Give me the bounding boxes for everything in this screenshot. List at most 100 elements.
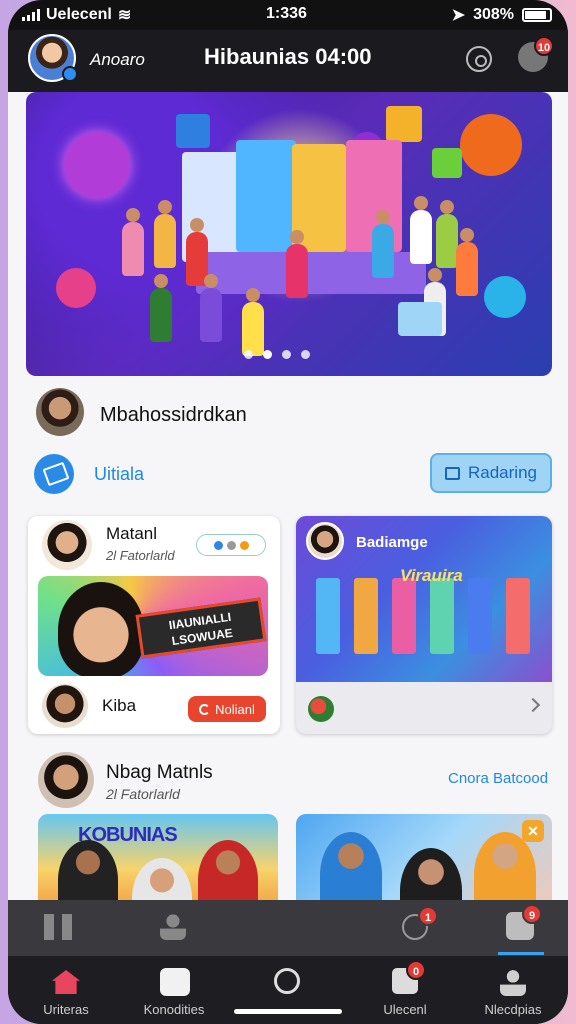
chat-badge: 1 [418,906,438,926]
radaring-button[interactable]: Radaring [430,453,552,493]
carousel-dots[interactable] [244,350,310,359]
profile-icon[interactable] [500,968,526,996]
section-avatar[interactable] [38,752,94,808]
close-icon[interactable]: ✕ [522,820,544,842]
nav-label-profile[interactable]: Nlecdpias [458,1002,568,1017]
wifi-icon: ≋ [117,7,132,24]
location-icon: ➤ [451,7,466,24]
section-title: Nbag Matnls [106,762,213,783]
card-author: Badiamge [356,534,428,551]
screen-panel [316,578,340,654]
phone-frame: Uelecenl ≋ 1:336 ➤ 308% Anoaro Hibaunias… [8,0,568,1024]
hero-carousel[interactable] [26,92,552,376]
home-icon[interactable] [52,970,80,994]
app-header: Anoaro Hibaunias 04:00 10 [8,30,568,92]
laptop [398,302,442,336]
verified-icon [62,66,78,82]
card-thumbnail[interactable]: IIAUNIALLI LSOWUAE [38,576,268,676]
person [410,196,432,264]
screen-panel [506,578,530,654]
category-icon[interactable] [34,454,74,494]
screen-panel [354,578,378,654]
camera-icon[interactable]: 0 [392,960,426,994]
nav-label-home[interactable]: Uriteras [11,1002,121,1017]
home-indicator[interactable] [234,1009,342,1014]
floating-tile [386,106,422,142]
chevron-right-icon[interactable] [525,697,541,713]
search-icon[interactable] [274,968,300,994]
card-subtitle: 2l Fatorlarld [106,548,175,563]
thumbnail-title: Virauira [400,566,463,585]
video-card[interactable]: Matanl 2l Fatorlarld IIAUNIALLI LSOWUAE … [28,516,280,734]
notification-badge: 10 [534,36,554,56]
screen-panel [430,578,454,654]
person [436,200,458,268]
see-all-link[interactable]: Cnora Batcood [448,770,548,787]
person [372,210,394,278]
active-indicator [498,952,544,955]
battery-icon [522,8,552,22]
status-bar: Uelecenl ≋ 1:336 ➤ 308% [8,0,568,30]
person [122,208,144,276]
person [474,832,536,900]
page-title: Hibaunias 04:00 [204,44,372,69]
floating-tile [176,114,210,148]
carousel-dot-active[interactable] [263,350,272,359]
person-face [58,582,144,676]
notification-button[interactable]: 10 [518,36,554,72]
status-time: 1:336 [266,5,307,22]
reactions-pill[interactable] [196,534,266,556]
section-subtitle: 2l Fatorlarld [106,786,180,802]
person [150,274,172,342]
chat-icon[interactable]: 1 [402,906,438,940]
card-author: Matanl [106,524,158,543]
inbox-badge: 9 [522,904,542,924]
person [320,832,382,900]
person [58,840,118,900]
footer-name: Kiba [102,696,137,715]
creator-name[interactable]: Mbahossidrdkan [100,404,247,427]
person [198,840,258,900]
reaction-icon [213,540,223,550]
signal-icon [22,9,40,21]
card-avatar[interactable] [42,520,92,570]
person [242,288,264,356]
main-feed[interactable]: Mbahossidrdkan Uitiala Radaring Matanl 2… [8,92,568,900]
battery-percent: 308% [473,6,514,23]
person [400,848,462,900]
thumbnail-banner: IIAUNIALLI LSOWUAE [135,597,267,659]
person [286,230,308,298]
username: Anoaro [90,50,145,69]
person [132,858,192,900]
columns-icon[interactable] [44,914,72,940]
user-avatar[interactable] [28,34,78,82]
follow-button[interactable]: Nolianl [188,696,266,722]
nav-label-updates[interactable]: Ulecenl [350,1002,460,1017]
section-thumbnail[interactable]: KOBUNIAS [38,814,278,900]
search-icon[interactable] [466,46,492,72]
person [200,274,222,342]
carousel-dot[interactable] [282,350,291,359]
card-avatar[interactable] [306,522,344,560]
nav-label-communities[interactable]: Konodities [119,1002,229,1017]
carousel-dot[interactable] [301,350,310,359]
camera-badge: 0 [406,960,426,980]
footer-avatar[interactable] [42,684,88,728]
inbox-icon[interactable]: 9 [506,904,542,940]
category-label[interactable]: Uitiala [94,464,144,485]
card-thumbnail[interactable]: Badiamge Virauira [296,516,552,682]
chat-bubble-icon [460,114,522,176]
radaring-label: Radaring [468,463,537,482]
screen-panel [468,578,492,654]
follow-label: Nolianl [215,701,255,717]
section-thumbnail-2[interactable]: ✕ [296,814,552,900]
controller-icon[interactable] [160,968,190,996]
profile-icon[interactable] [160,912,186,940]
floating-tile [432,148,462,178]
pink-bubble-icon [56,268,96,308]
question-bubble-icon [484,276,526,318]
creator-avatar[interactable] [36,388,84,436]
video-card-2[interactable]: Badiamge Virauira [296,516,552,734]
carousel-dot[interactable] [244,350,253,359]
carrier-name: Uelecenl [46,6,112,23]
